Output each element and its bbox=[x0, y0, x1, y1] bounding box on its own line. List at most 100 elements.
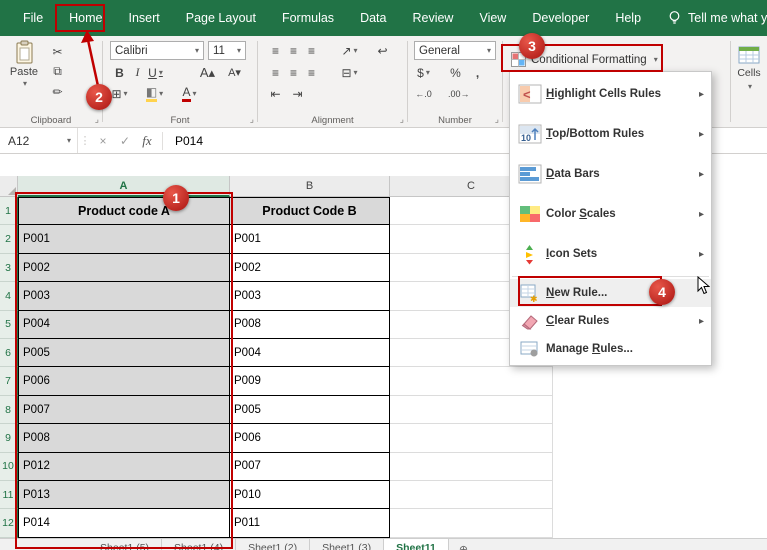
orientation-icon: ↗ bbox=[341, 44, 351, 58]
font-dialog-launcher-icon[interactable]: ⌟ bbox=[250, 114, 254, 125]
name-box-value: A12 bbox=[8, 134, 29, 148]
tab-help[interactable]: Help bbox=[602, 0, 654, 36]
number-format-combo[interactable]: General ▾ bbox=[414, 41, 496, 60]
italic-button[interactable]: I bbox=[128, 63, 147, 82]
cell-B1[interactable]: Product Code B bbox=[230, 197, 390, 225]
cells-icon bbox=[738, 46, 760, 64]
cell-C12[interactable] bbox=[390, 509, 553, 537]
align-middle-icon: ≡ bbox=[290, 44, 297, 58]
cell-C9[interactable] bbox=[390, 424, 553, 452]
underline-icon: U bbox=[148, 66, 157, 80]
increase-indent-button[interactable]: ⇥ bbox=[288, 84, 307, 103]
tell-me-box[interactable]: Tell me what you bbox=[668, 10, 767, 26]
annotation-arrow-step2 bbox=[78, 30, 112, 88]
menu-item-data-bars[interactable]: Data Bars ▸ bbox=[510, 154, 711, 194]
menu-item-icon-sets[interactable]: Icon Sets ▸ bbox=[510, 234, 711, 274]
paste-button[interactable]: Paste ▾ bbox=[5, 40, 43, 102]
clipboard-group-label: Clipboard bbox=[0, 115, 102, 126]
sheet-tab-active[interactable]: Sheet11 bbox=[384, 539, 449, 550]
underline-button[interactable]: U▾ bbox=[146, 63, 165, 82]
alignment-group-label: Alignment bbox=[258, 115, 407, 126]
cell-B9[interactable]: P006 bbox=[230, 424, 390, 452]
menu-item-color-scales[interactable]: Color Scales ▸ bbox=[510, 194, 711, 234]
cell-B8[interactable]: P005 bbox=[230, 396, 390, 424]
font-color-button[interactable]: A▾ bbox=[180, 84, 199, 103]
submenu-arrow-icon: ▸ bbox=[699, 249, 704, 260]
accounting-format-button[interactable]: $▾ bbox=[414, 63, 433, 82]
insert-function-button[interactable]: fx bbox=[136, 133, 158, 149]
column-header-B[interactable]: B bbox=[230, 176, 390, 197]
fill-caret-icon: ▾ bbox=[159, 89, 163, 98]
align-right-button[interactable]: ≡ bbox=[302, 63, 321, 82]
cell-B11[interactable]: P010 bbox=[230, 481, 390, 509]
cell-B3[interactable]: P002 bbox=[230, 254, 390, 282]
cut-button[interactable]: ✂ bbox=[48, 42, 67, 61]
tab-insert[interactable]: Insert bbox=[116, 0, 173, 36]
copy-button[interactable]: ⧉ bbox=[48, 62, 67, 81]
menu-item-top-bottom-rules[interactable]: 10 Top/Bottom Rules ▸ bbox=[510, 114, 711, 154]
cell-B4[interactable]: P003 bbox=[230, 282, 390, 310]
tab-page-layout[interactable]: Page Layout bbox=[173, 0, 269, 36]
align-middle-button[interactable]: ≡ bbox=[284, 41, 303, 60]
formula-bar-input[interactable]: P014 bbox=[167, 134, 203, 148]
grow-font-button[interactable]: A▴ bbox=[198, 63, 217, 82]
font-size-combo[interactable]: 11 ▾ bbox=[208, 41, 246, 60]
name-box[interactable]: A12 ▾ bbox=[0, 128, 78, 153]
decrease-indent-button[interactable]: ⇤ bbox=[266, 84, 285, 103]
annotation-box-new-rule bbox=[518, 276, 662, 306]
clipboard-dialog-launcher-icon[interactable]: ⌟ bbox=[95, 114, 99, 125]
menu-item-manage-rules[interactable]: Manage Rules... bbox=[510, 335, 711, 363]
cell-C8[interactable] bbox=[390, 396, 553, 424]
fx-icon: fx bbox=[142, 133, 151, 148]
new-sheet-button[interactable]: ⊕ bbox=[459, 543, 468, 550]
bold-button[interactable]: B bbox=[110, 63, 129, 82]
cell-C11[interactable] bbox=[390, 481, 553, 509]
cell-B10[interactable]: P007 bbox=[230, 453, 390, 481]
font-name-combo[interactable]: Calibri ▾ bbox=[110, 41, 204, 60]
align-bottom-button[interactable]: ≡ bbox=[302, 41, 321, 60]
number-dialog-launcher-icon[interactable]: ⌟ bbox=[495, 114, 499, 125]
underline-caret-icon: ▾ bbox=[159, 68, 163, 77]
cancel-button[interactable]: × bbox=[92, 134, 114, 148]
align-left-button[interactable]: ≡ bbox=[266, 63, 285, 82]
wrap-text-button[interactable]: ↩ bbox=[373, 41, 392, 60]
cells-group-button[interactable]: Cells ▾ bbox=[731, 36, 767, 127]
cell-B7[interactable]: P009 bbox=[230, 367, 390, 395]
increase-decimal-button[interactable]: ←.0 bbox=[414, 84, 433, 103]
alignment-dialog-launcher-icon[interactable]: ⌟ bbox=[400, 114, 404, 125]
cell-B5[interactable]: P008 bbox=[230, 311, 390, 339]
tab-developer[interactable]: Developer bbox=[519, 0, 602, 36]
tab-view[interactable]: View bbox=[466, 0, 519, 36]
cell-C7[interactable] bbox=[390, 367, 553, 395]
font-size-caret-icon: ▾ bbox=[237, 46, 241, 55]
menu-item-clear-rules[interactable]: Clear Rules ▸ bbox=[510, 307, 711, 335]
percent-icon: % bbox=[450, 66, 461, 80]
tab-review[interactable]: Review bbox=[399, 0, 466, 36]
tab-formulas[interactable]: Formulas bbox=[269, 0, 347, 36]
tab-file[interactable]: File bbox=[10, 0, 56, 36]
font-name-caret-icon: ▾ bbox=[195, 46, 199, 55]
cell-B12[interactable]: P011 bbox=[230, 509, 390, 537]
sheet-tab-3[interactable]: Sheet1 (2) bbox=[236, 539, 310, 550]
borders-button[interactable]: ⊞▾ bbox=[110, 84, 129, 103]
font-color-caret-icon: ▾ bbox=[193, 89, 197, 98]
cell-B6[interactable]: P004 bbox=[230, 339, 390, 367]
sheet-tab-4[interactable]: Sheet1 (3) bbox=[310, 539, 384, 550]
shrink-font-button[interactable]: A▾ bbox=[225, 63, 244, 82]
merge-center-button[interactable]: ⊟▾ bbox=[340, 63, 359, 82]
enter-button[interactable]: ✓ bbox=[114, 134, 136, 148]
align-center-button[interactable]: ≡ bbox=[284, 63, 303, 82]
cancel-icon: × bbox=[99, 134, 106, 148]
decrease-decimal-button[interactable]: .00→ bbox=[448, 84, 470, 103]
format-painter-button[interactable]: ✏ bbox=[48, 82, 67, 101]
orientation-button[interactable]: ↗▾ bbox=[340, 41, 359, 60]
cell-B2[interactable]: P001 bbox=[230, 225, 390, 253]
tab-data[interactable]: Data bbox=[347, 0, 399, 36]
svg-text:10: 10 bbox=[521, 133, 531, 143]
comma-style-button[interactable]: , bbox=[468, 63, 487, 82]
cell-C10[interactable] bbox=[390, 453, 553, 481]
align-top-button[interactable]: ≡ bbox=[266, 41, 285, 60]
menu-item-highlight-cells-rules[interactable]: < Highlight Cells Rules ▸ bbox=[510, 74, 711, 114]
percent-style-button[interactable]: % bbox=[446, 63, 465, 82]
fill-color-button[interactable]: ◧▾ bbox=[145, 84, 164, 103]
